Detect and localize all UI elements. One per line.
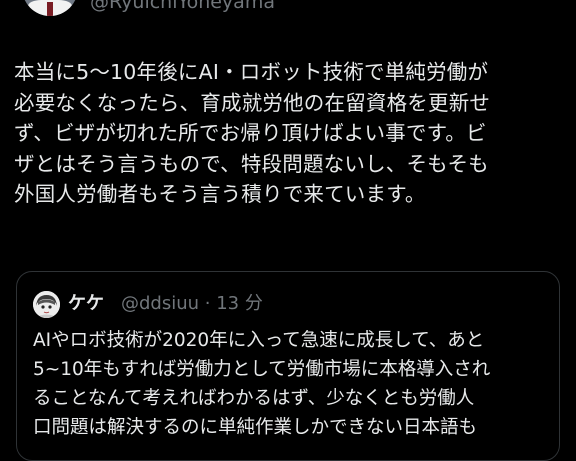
tweet-text: 本当に5〜10年後にAI・ロボット技術で単純労働が 必要なくなったら、育成就労他… (14, 57, 562, 210)
quoted-tweet-card[interactable]: ケケ @ddsiuu · 13 分 AIやロボ技術が2020年に入って急速に成長… (16, 271, 560, 461)
tweet-text-line: 必要なくなったら、育成就労他の在留資格を更新せ (14, 90, 491, 115)
quoted-text-line: 口問題は解決するのに単純作業しかできない日本語も (33, 417, 478, 438)
quoted-tweet-text: AIやロボ技術が2020年に入って急速に成長して、あと 5~10年もすれば労働力… (33, 326, 553, 442)
quoted-text-line: ることなんて考えればわかるはず、少なくとも労働人 (33, 388, 475, 409)
quoted-author-name[interactable]: ケケ (68, 292, 104, 316)
author-handle[interactable]: @RyuichiYoneyama (90, 0, 275, 13)
avatar-tie (47, 2, 53, 16)
quoted-author-handle-time[interactable]: @ddsiuu · 13 分 (121, 292, 263, 316)
quoted-author-avatar-icon[interactable] (33, 291, 60, 318)
tweet-text-line: 外国人労働者もそう言う積りで来ています。 (14, 182, 426, 206)
author-avatar[interactable] (22, 0, 78, 16)
tweet-text-line: ザとはそう言うもので、特段問題ないし、そもそも (14, 151, 489, 176)
quoted-text-line: AIやロボ技術が2020年に入って急速に成長して、あと (33, 330, 485, 351)
tweet-text-line: ず、ビザが切れた所でお帰り頂けばよい事です。ビ (14, 121, 487, 145)
quoted-text-line: 5~10年もすれば労働力として労働市場に本格導入され (33, 359, 491, 380)
tweet-text-line: 本当に5〜10年後にAI・ロボット技術で単純労働が (14, 60, 489, 84)
